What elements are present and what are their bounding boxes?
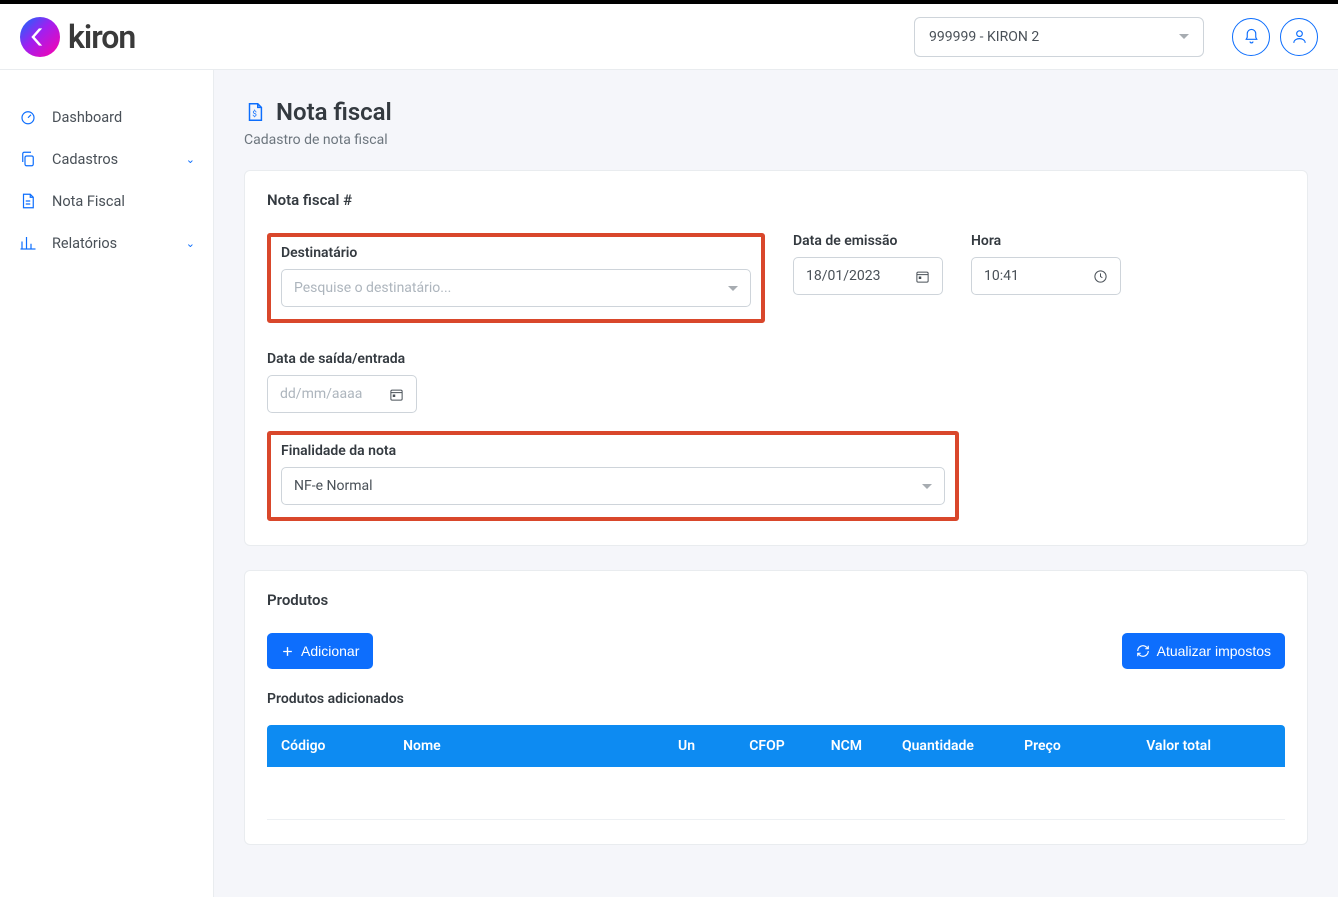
notifications-button[interactable] [1232, 18, 1270, 56]
calendar-icon [389, 387, 404, 402]
add-product-label: Adicionar [301, 643, 359, 659]
table-row-empty [267, 767, 1285, 820]
data-emissao-input[interactable]: 18/01/2023 [793, 257, 943, 295]
chart-icon [18, 234, 38, 252]
chevron-down-icon [728, 286, 738, 291]
sidebar-item-label: Relatórios [52, 235, 117, 252]
th-un[interactable]: Un [664, 725, 735, 767]
brand-logo-text: kiron [68, 18, 135, 56]
clock-icon [1093, 269, 1108, 284]
refresh-icon [1136, 644, 1150, 658]
plus-icon [281, 645, 294, 658]
user-icon [1291, 28, 1308, 45]
table-header-row: Código Nome Un CFOP NCM Quantidade Preço… [267, 725, 1285, 767]
th-nome[interactable]: Nome [389, 725, 664, 767]
sidebar-item-relatorios[interactable]: Relatórios ⌄ [0, 222, 213, 264]
data-emissao-label: Data de emissão [793, 233, 943, 249]
th-valor[interactable]: Valor total [1132, 725, 1285, 767]
bell-icon [1243, 28, 1260, 45]
sidebar-nav: Dashboard Cadastros ⌄ Nota Fiscal Relató… [0, 70, 214, 897]
sidebar-item-nota-fiscal[interactable]: Nota Fiscal [0, 180, 213, 222]
data-saida-input[interactable]: dd/mm/aaaa [267, 375, 417, 413]
hora-value: 10:41 [984, 268, 1019, 284]
destinatario-highlight: Destinatário Pesquise o destinatário... [267, 233, 765, 323]
finalidade-label: Finalidade da nota [281, 443, 945, 459]
th-preco[interactable]: Preço [1010, 725, 1132, 767]
products-table: Código Nome Un CFOP NCM Quantidade Preço… [267, 725, 1285, 820]
destinatario-label: Destinatário [281, 245, 751, 261]
th-cfop[interactable]: CFOP [735, 725, 816, 767]
hora-input[interactable]: 10:41 [971, 257, 1121, 295]
produtos-card: Produtos Adicionar Atualizar impostos Pr… [244, 570, 1308, 845]
nota-fiscal-card: Nota fiscal # Destinatário Pesquise o de… [244, 170, 1308, 546]
invoice-icon: $ [244, 101, 266, 123]
chevron-down-icon [1179, 34, 1189, 39]
company-selected-label: 999999 - KIRON 2 [929, 29, 1039, 45]
svg-text:$: $ [252, 109, 257, 120]
finalidade-highlight: Finalidade da nota NF-e Normal [267, 431, 959, 521]
page-title: Nota fiscal [276, 98, 392, 126]
destinatario-placeholder: Pesquise o destinatário... [294, 280, 451, 296]
document-icon [18, 192, 38, 210]
empty-cell [267, 767, 1285, 820]
company-selector[interactable]: 999999 - KIRON 2 [914, 17, 1204, 57]
chevron-down-icon: ⌄ [186, 153, 195, 166]
card-title: Nota fiscal # [267, 191, 1285, 209]
destinatario-select[interactable]: Pesquise o destinatário... [281, 269, 751, 307]
app-header: kiron 999999 - KIRON 2 [0, 4, 1338, 70]
sidebar-item-dashboard[interactable]: Dashboard [0, 96, 213, 138]
page-subtitle: Cadastro de nota fiscal [244, 132, 1308, 148]
finalidade-select[interactable]: NF-e Normal [281, 467, 945, 505]
chevron-down-icon [922, 484, 932, 489]
products-added-label: Produtos adicionados [267, 691, 1285, 707]
main-content: $ Nota fiscal Cadastro de nota fiscal No… [214, 70, 1338, 897]
data-saida-placeholder: dd/mm/aaaa [280, 386, 362, 402]
sidebar-item-label: Cadastros [52, 151, 118, 168]
sidebar-item-label: Nota Fiscal [52, 193, 125, 210]
chevron-down-icon: ⌄ [186, 237, 195, 250]
sidebar-item-cadastros[interactable]: Cadastros ⌄ [0, 138, 213, 180]
finalidade-value: NF-e Normal [294, 478, 373, 494]
sidebar-item-label: Dashboard [52, 109, 122, 126]
produtos-title: Produtos [267, 591, 1285, 609]
user-profile-button[interactable] [1280, 18, 1318, 56]
copy-icon [18, 150, 38, 168]
th-ncm[interactable]: NCM [817, 725, 888, 767]
calendar-icon [915, 269, 930, 284]
th-codigo[interactable]: Código [267, 725, 389, 767]
refresh-taxes-label: Atualizar impostos [1157, 643, 1271, 659]
brand-logo-mark [20, 17, 60, 57]
th-quantidade[interactable]: Quantidade [888, 725, 1010, 767]
gauge-icon [18, 108, 38, 126]
data-saida-label: Data de saída/entrada [267, 351, 417, 367]
data-emissao-value: 18/01/2023 [806, 268, 881, 284]
hora-label: Hora [971, 233, 1121, 249]
brand-logo[interactable]: kiron [20, 17, 135, 57]
